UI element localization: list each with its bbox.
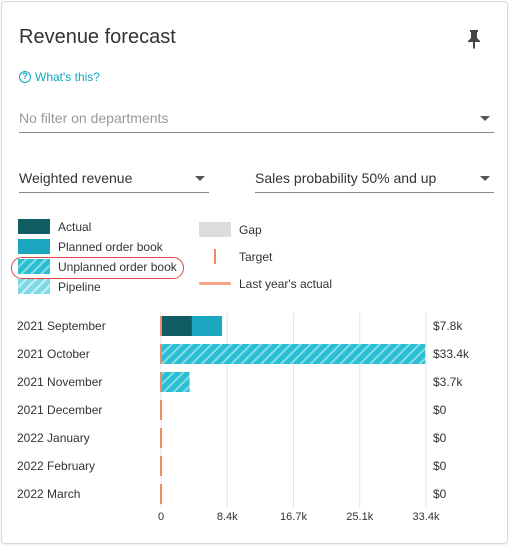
x-tick-label: 0 <box>157 511 165 523</box>
x-tick-label: 8.4k <box>216 511 238 523</box>
target-marker <box>160 456 162 476</box>
target-marker <box>160 344 162 364</box>
target-marker <box>160 372 162 392</box>
row-total-label: $0 <box>433 403 447 417</box>
bar-planned-order-book[interactable] <box>191 316 223 336</box>
row-total-label: $0 <box>433 431 447 445</box>
bar-unplanned-order-book[interactable] <box>161 344 426 364</box>
category-label: 2021 December <box>17 403 103 417</box>
target-marker <box>160 428 162 448</box>
x-tick-label: 25.1k <box>346 511 374 523</box>
category-label: 2022 March <box>17 487 81 501</box>
bar-unplanned-order-book[interactable] <box>161 372 190 392</box>
row-total-label: $33.4k <box>433 347 470 361</box>
row-total-label: $7.8k <box>433 319 463 333</box>
category-label: 2022 February <box>17 459 96 473</box>
row-total-label: $3.7k <box>433 375 463 389</box>
bar-actual[interactable] <box>161 316 192 336</box>
category-label: 2021 September <box>17 319 106 333</box>
x-tick-label: 33.4k <box>412 511 440 523</box>
target-marker <box>160 484 162 504</box>
row-total-label: $0 <box>433 459 447 473</box>
category-label: 2021 November <box>17 375 103 389</box>
category-label: 2021 October <box>17 347 90 361</box>
category-label: 2022 January <box>17 431 90 445</box>
x-tick-label: 16.7k <box>280 511 307 523</box>
row-total-label: $0 <box>433 487 447 501</box>
target-marker <box>160 400 162 420</box>
target-marker <box>160 316 162 336</box>
